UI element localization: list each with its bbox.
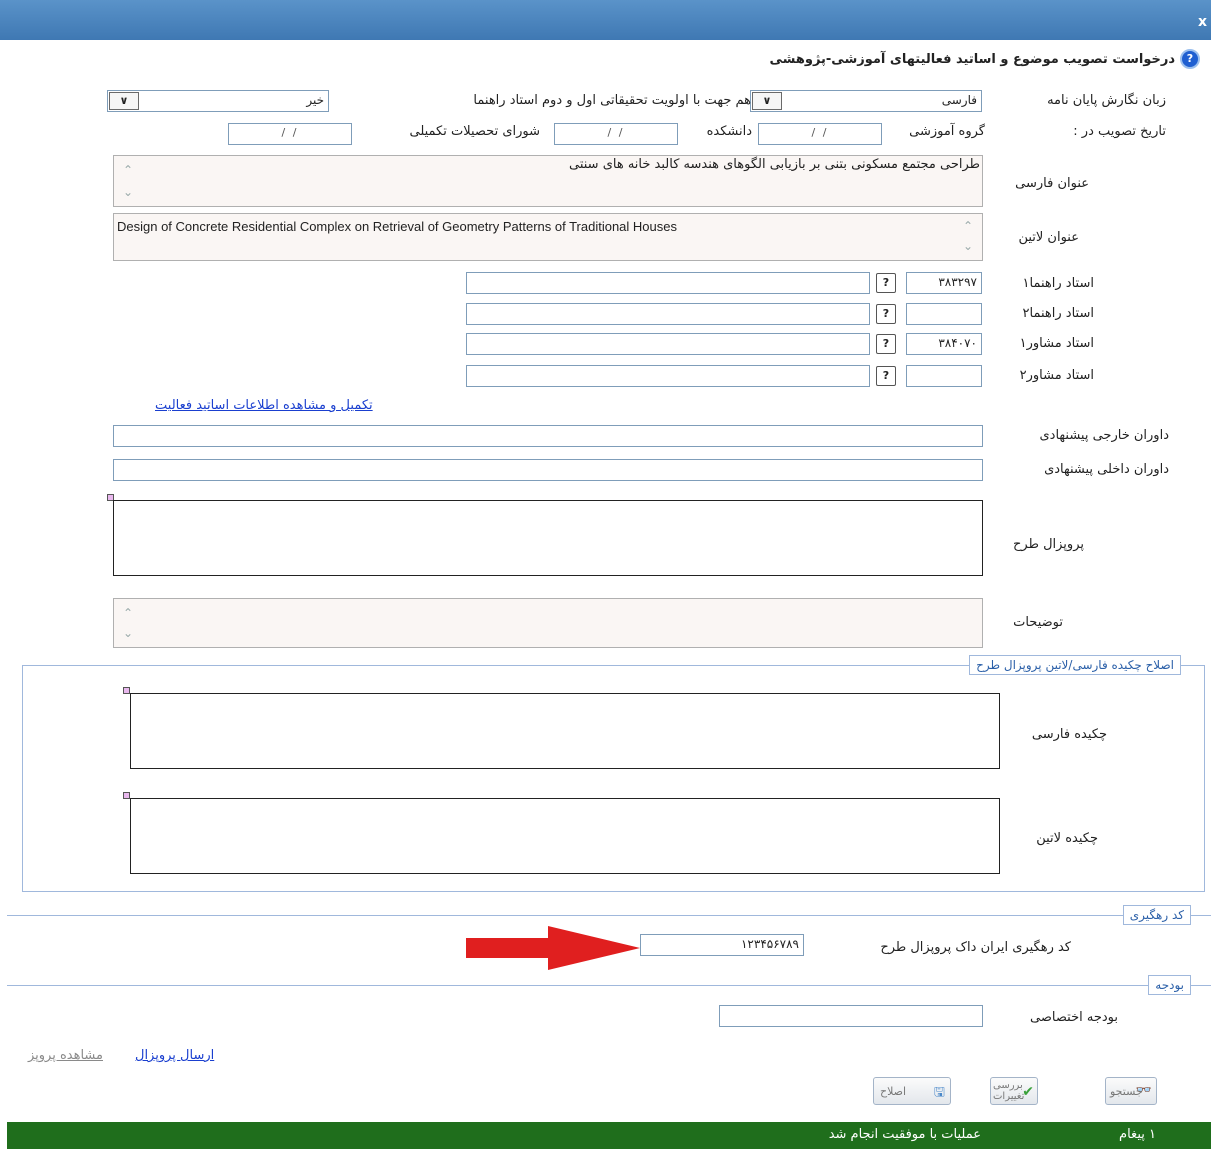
priority-label: هم جهت با اولویت تحقیقاتی اول و دوم استا…: [473, 93, 751, 108]
supervisor-2-name[interactable]: [466, 303, 870, 325]
advisor-2-code[interactable]: [906, 365, 982, 387]
advisor-1-code[interactable]: ۳۸۴۰۷۰: [906, 333, 982, 355]
scroll-down-icon[interactable]: ⌄: [120, 186, 136, 198]
lookup-icon[interactable]: ?: [876, 273, 896, 293]
language-label: زبان نگارش پایان نامه: [1047, 93, 1166, 108]
scroll-up-icon[interactable]: ⌃: [120, 164, 136, 176]
supervisor-1-code[interactable]: ۳۸۳۲۹۷: [906, 272, 982, 294]
review-changes-button[interactable]: ✔ بررسی تغییرات: [990, 1077, 1038, 1105]
latin-abstract-editor[interactable]: [130, 798, 1000, 874]
complete-supervisors-link[interactable]: تکمیل و مشاهده اطلاعات اساتید فعالیت: [155, 398, 373, 413]
priority-select[interactable]: خیر ∨: [107, 90, 329, 112]
persian-title-label: عنوان فارسی: [1015, 176, 1089, 191]
edit-icon: 🖫: [933, 1085, 945, 1100]
lookup-icon[interactable]: ?: [876, 334, 896, 354]
help-icon-glyph: ?: [1186, 52, 1194, 65]
latin-title-textarea[interactable]: Design of Concrete Residential Complex o…: [113, 213, 983, 261]
review-button-label-1: بررسی: [993, 1080, 1023, 1091]
chevron-down-icon: ∨: [109, 92, 139, 110]
priority-selected-value: خیر: [306, 93, 324, 107]
status-bar: ۱ پیغام عملیات با موفقیت انجام شد: [7, 1122, 1211, 1149]
help-icon[interactable]: ?: [1180, 49, 1200, 69]
edit-button-label: اصلاح: [880, 1085, 907, 1098]
latin-abstract-label: چکیده لاتین: [1036, 831, 1098, 846]
internal-referees-label: داوران داخلی پیشنهادی: [1044, 462, 1169, 477]
internal-referees-input[interactable]: [113, 459, 983, 481]
scroll-down-icon[interactable]: ⌄: [120, 627, 136, 639]
faculty-date-input[interactable]: / /: [554, 123, 678, 145]
advisor-1-code-value: ۳۸۴۰۷۰: [938, 336, 977, 350]
supervisor-1-label: استاد راهنما۱: [1022, 276, 1094, 291]
external-referees-label: داوران خارجی پیشنهادی: [1039, 428, 1169, 443]
scroll-up-icon[interactable]: ⌃: [120, 607, 136, 619]
approval-date-label: تاریخ تصویب در :: [1073, 124, 1166, 139]
language-select[interactable]: فارسی ∨: [750, 90, 982, 112]
persian-title-textarea[interactable]: طراحی مجتمع مسکونی بتنی بر بازیابی الگوه…: [113, 155, 983, 207]
tracking-input[interactable]: ۱۲۳۴۵۶۷۸۹: [640, 934, 804, 956]
scroll-down-icon[interactable]: ⌄: [960, 240, 976, 252]
budget-input[interactable]: [719, 1005, 983, 1027]
search-button-label: جستجو: [1110, 1085, 1143, 1098]
advisor-2-label: استاد مشاور۲: [1019, 368, 1094, 383]
tracking-label: کد رهگیری ایران داک پروپزال طرح: [880, 940, 1071, 955]
send-proposal-link[interactable]: ارسال پروپزال: [135, 1048, 214, 1063]
advisor-1-label: استاد مشاور۱: [1019, 336, 1094, 351]
close-icon[interactable]: x: [1198, 14, 1207, 30]
proposal-label: پروپزال طرح: [1013, 537, 1084, 552]
proposal-editor[interactable]: [113, 500, 983, 576]
status-message-text: عملیات با موفقیت انجام شد: [828, 1127, 981, 1142]
latin-title-text: Design of Concrete Residential Complex o…: [117, 219, 677, 234]
tracking-legend: کد رهگیری: [1122, 905, 1191, 925]
budget-separator: [7, 985, 1211, 986]
advisor-1-name[interactable]: [466, 333, 870, 355]
status-message-count: ۱ پیغام: [1119, 1127, 1156, 1142]
search-button[interactable]: 👓 جستجو: [1105, 1077, 1157, 1105]
persian-title-text: طراحی مجتمع مسکونی بتنی بر بازیابی الگوه…: [569, 157, 980, 172]
supervisor-2-label: استاد راهنما۲: [1022, 306, 1094, 321]
persian-abstract-label: چکیده فارسی: [1031, 727, 1107, 742]
review-button-label-2: تغییرات: [993, 1091, 1025, 1102]
external-referees-input[interactable]: [113, 425, 983, 447]
language-selected-value: فارسی: [941, 93, 977, 107]
group-date-input[interactable]: / /: [758, 123, 882, 145]
budget-label: بودجه اختصاصی: [1030, 1010, 1118, 1025]
edit-button[interactable]: 🖫 اصلاح: [873, 1077, 951, 1105]
red-arrow-annotation: [466, 926, 640, 970]
advisor-2-name[interactable]: [466, 365, 870, 387]
supervisor-2-code[interactable]: [906, 303, 982, 325]
council-date-label: شورای تحصیلات تکمیلی: [409, 124, 540, 139]
view-proposal-link[interactable]: مشاهده پروپز: [7, 1048, 103, 1063]
lookup-icon[interactable]: ?: [876, 304, 896, 324]
supervisor-1-name[interactable]: [466, 272, 870, 294]
resize-handle[interactable]: [123, 792, 130, 799]
chevron-down-icon: ∨: [752, 92, 782, 110]
group-date-label: گروه آموزشی: [909, 124, 985, 139]
scroll-up-icon[interactable]: ⌃: [960, 220, 976, 232]
latin-title-label: عنوان لاتین: [1018, 230, 1079, 245]
form-title: درخواست تصویب موضوع و اساتید فعالیتهای آ…: [769, 52, 1175, 67]
resize-handle[interactable]: [123, 687, 130, 694]
council-date-input[interactable]: / /: [228, 123, 352, 145]
budget-legend: بودجه: [1148, 975, 1191, 995]
abstract-section-legend: اصلاح چکیده فارسی/لاتین پروپزال طرح: [969, 655, 1181, 675]
notes-label: توضیحات: [1013, 615, 1063, 630]
lookup-icon[interactable]: ?: [876, 366, 896, 386]
supervisor-1-code-value: ۳۸۳۲۹۷: [938, 275, 977, 289]
persian-abstract-editor[interactable]: [130, 693, 1000, 769]
notes-textarea[interactable]: ⌃ ⌄: [113, 598, 983, 648]
tracking-separator: [7, 915, 1211, 916]
faculty-date-label: دانشکده: [706, 124, 752, 139]
window-title-bar: [0, 0, 1211, 40]
tracking-value: ۱۲۳۴۵۶۷۸۹: [740, 937, 799, 951]
